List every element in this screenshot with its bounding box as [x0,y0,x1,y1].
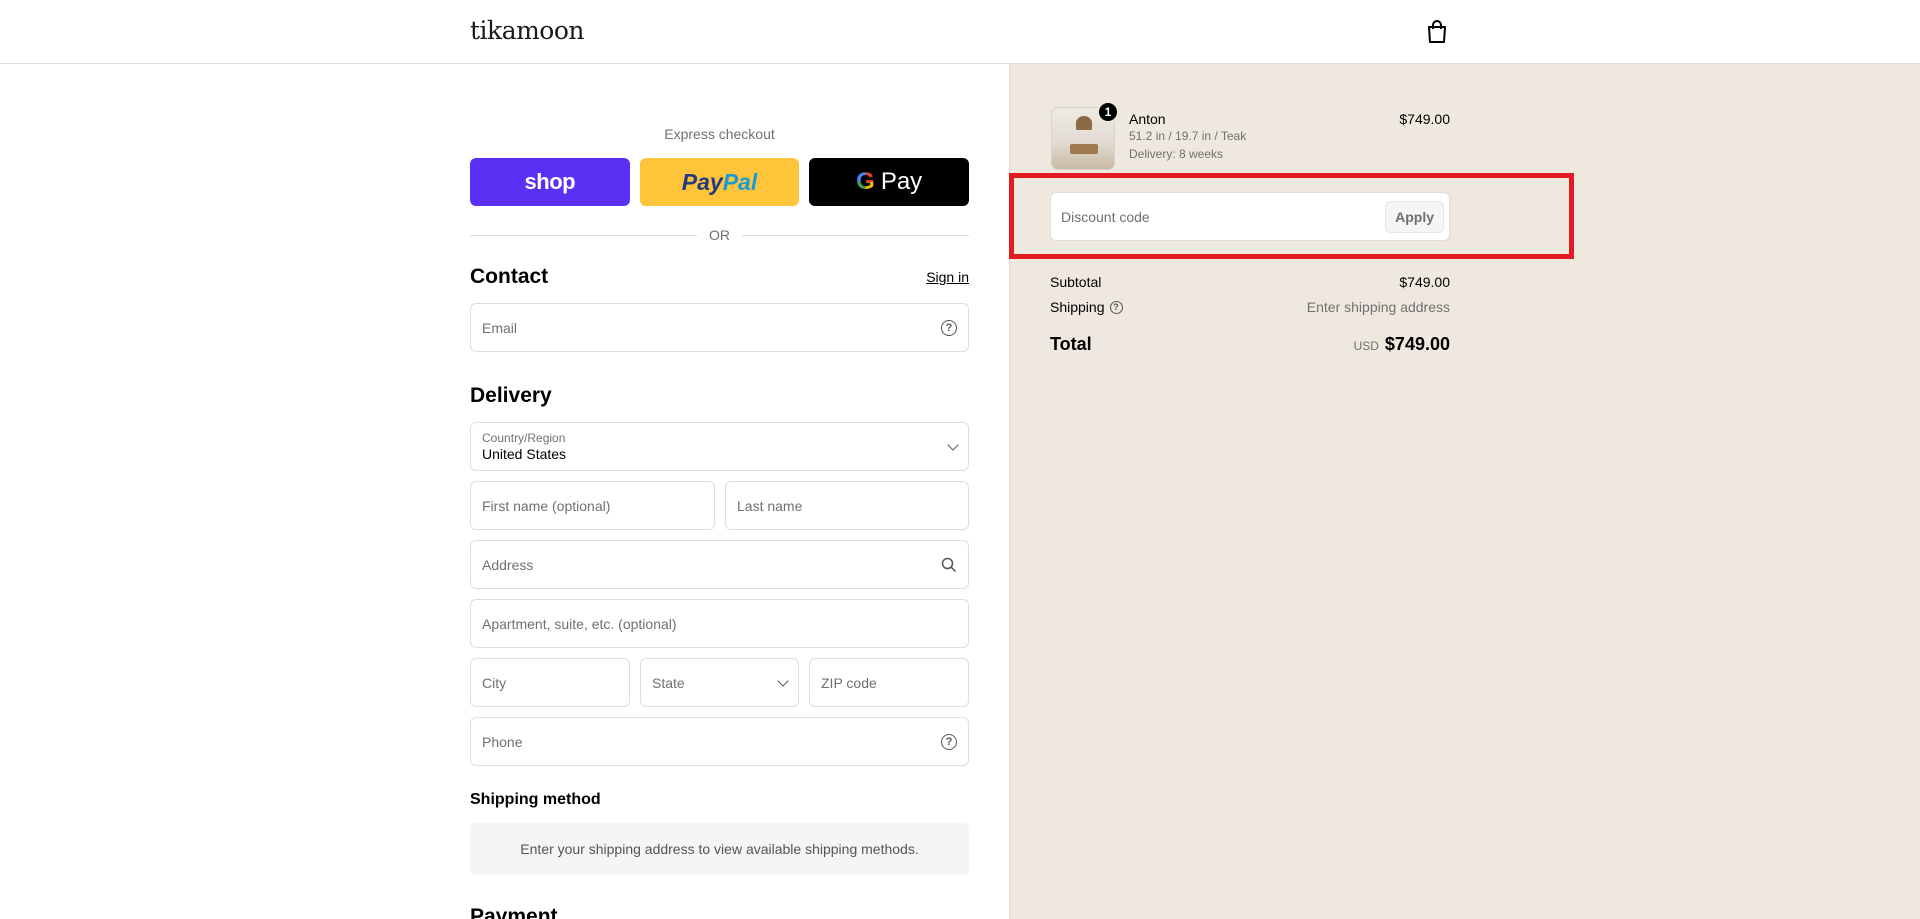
shipping-value: Enter shipping address [1306,299,1450,315]
apply-discount-button[interactable]: Apply [1385,200,1444,233]
logo[interactable]: tikamoon [470,16,585,45]
last-name-field[interactable]: Last name [725,481,969,530]
zip-code-field[interactable]: ZIP code [809,658,969,707]
email-placeholder: Email [482,319,518,336]
quantity-badge: 1 [1097,101,1119,123]
shipping-label-group: Shipping ? [1050,299,1123,315]
total-value: $749.00 [1384,334,1450,354]
shipping-method-title: Shipping method [470,791,601,808]
product-variant: 51.2 in / 19.7 in / Teak [1129,129,1247,143]
city-field[interactable]: City [470,658,630,707]
apartment-field[interactable]: Apartment, suite, etc. (optional) [470,599,969,648]
express-checkout-label: Express checkout [664,126,775,142]
phone-field[interactable]: Phone ? [470,717,969,766]
state-select[interactable]: State [640,658,799,707]
total-label: Total [1050,334,1092,354]
paypal-label-part2: Pal [722,168,758,195]
paypal-label-part1: Pay [681,168,723,195]
contact-title: Contact [470,265,549,288]
or-label: OR [709,227,730,243]
shopping-bag-icon[interactable] [1426,20,1448,44]
apartment-placeholder: Apartment, suite, etc. (optional) [482,615,677,632]
paypal-button[interactable]: Pay Pal [639,158,800,206]
shipping-label: Shipping [1050,299,1105,315]
google-pay-button[interactable]: G Pay [809,158,970,206]
state-placeholder: State [652,674,685,691]
subtotal-value: $749.00 [1399,274,1450,290]
thumbnail-furniture [1070,144,1098,154]
help-icon[interactable]: ? [1109,300,1123,314]
country-label: Country/Region [482,431,566,445]
or-divider: OR [470,226,969,244]
email-field[interactable]: Email ? [470,303,969,352]
thumbnail-decor [1076,116,1092,130]
shop-pay-label: shop [524,169,576,194]
product-delivery-time: Delivery: 8 weeks [1129,147,1224,161]
sign-in-link[interactable]: Sign in [926,269,969,285]
first-name-placeholder: First name (optional) [482,497,611,514]
total-row: Total USD $749.00 [1050,334,1450,355]
discount-code-placeholder: Discount code [1061,208,1150,225]
first-name-field[interactable]: First name (optional) [470,481,715,530]
product-name: Anton [1129,111,1166,127]
country-value: United States [482,446,567,462]
subtotal-row: Subtotal $749.00 [1050,274,1450,290]
address-placeholder: Address [482,556,534,573]
address-field[interactable]: Address [470,540,969,589]
chevron-down-icon [947,438,959,451]
zip-code-placeholder: ZIP code [821,674,877,691]
delivery-title: Delivery [470,384,552,407]
payment-title: Payment [470,905,558,919]
product-price: $749.00 [1399,111,1450,127]
google-pay-label: Pay [880,168,923,195]
shipping-method-note: Enter your shipping address to view avai… [470,823,969,875]
shop-pay-button[interactable]: shop [470,158,630,206]
discount-code-field[interactable]: Discount code Apply [1050,192,1450,241]
last-name-placeholder: Last name [737,497,803,514]
help-icon[interactable]: ? [941,319,957,336]
header: tikamoon [0,0,1920,64]
google-g-icon: G [856,168,875,195]
subtotal-label: Subtotal [1050,274,1102,290]
help-icon[interactable]: ? [941,733,957,750]
phone-placeholder: Phone [482,733,523,750]
city-placeholder: City [482,674,507,691]
express-checkout-buttons: shop Pay Pal G Pay [470,158,970,206]
total-currency: USD [1353,339,1379,353]
search-icon [941,557,957,572]
country-select[interactable]: Country/Region United States [470,422,969,471]
total-value-group: USD $749.00 [1354,334,1450,355]
country-select-content: Country/Region United States [482,431,949,462]
divider-line [742,234,969,236]
divider-line [470,234,697,236]
chevron-down-icon [777,674,789,687]
shipping-row: Shipping ? Enter shipping address [1050,299,1450,315]
contact-header: Contact Sign in [470,265,969,289]
